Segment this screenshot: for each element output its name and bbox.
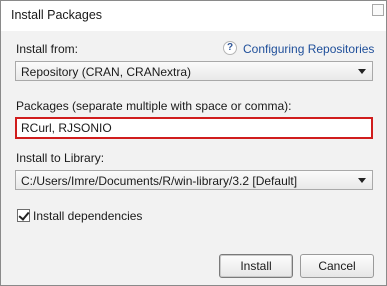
library-select[interactable]: C:/Users/Imre/Documents/R/win-library/3.… [15, 170, 373, 190]
chevron-down-icon [358, 69, 366, 74]
title-bar: Install Packages [1, 1, 386, 31]
configuring-repositories-link[interactable]: Configuring Repositories [243, 42, 374, 56]
library-selected-value: C:/Users/Imre/Documents/R/win-library/3.… [21, 174, 298, 188]
install-dependencies-label[interactable]: Install dependencies [33, 209, 142, 223]
packages-input[interactable] [15, 117, 373, 139]
install-from-selected-value: Repository (CRAN, CRANextra) [21, 65, 192, 79]
help-icon[interactable]: ? [223, 41, 237, 55]
install-packages-dialog: Install Packages Install from: ? Configu… [0, 0, 387, 286]
cancel-button[interactable]: Cancel [300, 254, 374, 278]
install-from-label: Install from: [16, 42, 79, 56]
install-dependencies-checkbox[interactable] [17, 209, 30, 222]
install-to-library-label: Install to Library: [16, 151, 105, 165]
checkmark-icon [18, 209, 30, 221]
window-title: Install Packages [11, 8, 103, 22]
install-button[interactable]: Install [219, 254, 293, 278]
install-from-select[interactable]: Repository (CRAN, CRANextra) [15, 61, 373, 81]
chevron-down-icon [358, 178, 366, 183]
packages-label: Packages (separate multiple with space o… [16, 99, 292, 113]
window-control[interactable] [372, 4, 384, 16]
